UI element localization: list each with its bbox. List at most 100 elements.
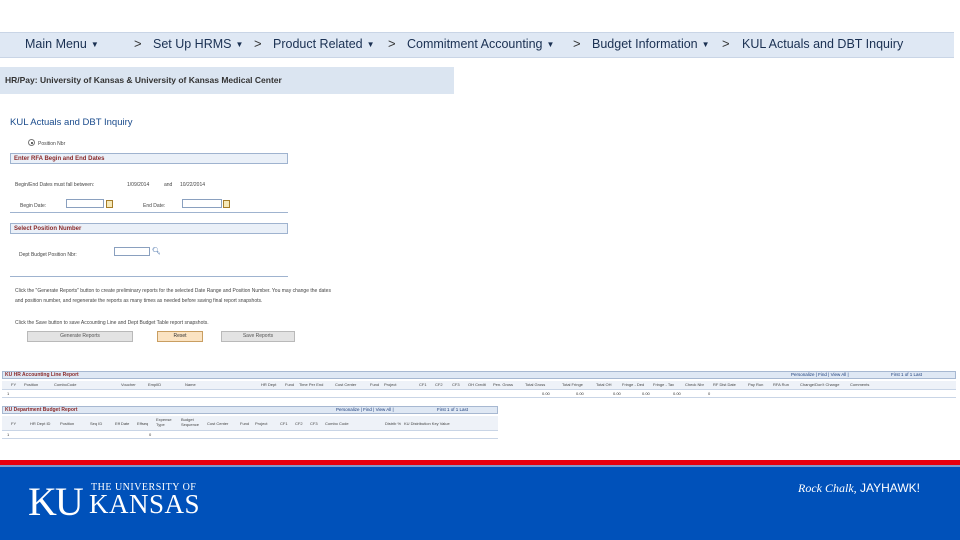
- accounting-grid-paging[interactable]: First 1 of 1 Last: [891, 372, 922, 377]
- column-header[interactable]: Check Nbr: [685, 382, 704, 387]
- radio-position-nbr[interactable]: [28, 139, 35, 146]
- column-header[interactable]: Fund: [240, 421, 249, 426]
- budget-grid-nav[interactable]: Personalize | Find | View All |: [336, 407, 394, 412]
- column-header[interactable]: Voucher: [121, 382, 136, 387]
- column-header[interactable]: Fund: [285, 382, 294, 387]
- column-header[interactable]: Distrib %: [385, 421, 401, 426]
- column-header[interactable]: Eff Date: [115, 421, 129, 426]
- calendar-icon[interactable]: [106, 200, 113, 208]
- chevron-down-icon[interactable]: ▼: [236, 40, 244, 49]
- budget-grid-paging[interactable]: First 1 of 1 Last: [437, 407, 468, 412]
- chevron-down-icon[interactable]: ▼: [702, 40, 710, 49]
- row-index: 1: [7, 391, 10, 396]
- column-header[interactable]: Budget Sequence: [181, 417, 203, 427]
- calendar-icon[interactable]: [223, 200, 230, 208]
- column-header[interactable]: Position: [24, 382, 38, 387]
- budget-grid-title: KU Department Budget Report: [5, 407, 78, 413]
- column-header[interactable]: FY: [11, 382, 16, 387]
- column-header[interactable]: Pen. Gross: [493, 382, 513, 387]
- column-header[interactable]: EmplID: [148, 382, 161, 387]
- breadcrumb-item-kul-actuals[interactable]: KUL Actuals and DBT Inquiry: [742, 37, 903, 51]
- column-header[interactable]: HR Dept ID: [30, 421, 50, 426]
- chevron-down-icon[interactable]: ▼: [367, 40, 375, 49]
- position-nbr-option-label: Position Nbr: [38, 141, 66, 147]
- column-header[interactable]: ComboCode: [54, 382, 76, 387]
- column-header[interactable]: Position: [60, 421, 74, 426]
- ku-logo-kansas: KANSAS: [89, 489, 201, 519]
- column-header[interactable]: Total Fringe: [562, 382, 583, 387]
- breadcrumb-separator: >: [573, 36, 581, 51]
- breadcrumb-item-product-related[interactable]: Product Related ▼: [273, 37, 375, 51]
- tagline-italic: Rock Chalk,: [798, 481, 857, 495]
- column-header[interactable]: CF1: [280, 421, 288, 426]
- column-header[interactable]: CF3: [452, 382, 460, 387]
- column-header[interactable]: Total Gross: [525, 382, 545, 387]
- column-header[interactable]: Name: [185, 382, 196, 387]
- section-divider: [10, 212, 288, 213]
- column-header[interactable]: CF2: [295, 421, 303, 426]
- cell-total-oh: 0.00: [613, 391, 621, 396]
- tagline-caps: JAYHAWK!: [860, 481, 921, 495]
- section-divider: [10, 276, 288, 277]
- column-header[interactable]: CF1: [419, 382, 427, 387]
- column-header[interactable]: Expense Type: [156, 417, 176, 427]
- save-reports-button[interactable]: Save Reports: [221, 331, 295, 342]
- breadcrumb-separator: >: [388, 36, 396, 51]
- date-range-end: 10/22/2014: [180, 182, 206, 188]
- column-header[interactable]: RF Dist Date: [713, 382, 736, 387]
- column-header[interactable]: HR Dept: [261, 382, 276, 387]
- breadcrumb-label: Set Up HRMS: [153, 37, 232, 51]
- instruction-line-3: Click the Save button to save Accounting…: [15, 320, 209, 326]
- column-header[interactable]: Seq ID: [90, 421, 102, 426]
- accounting-grid-columns: FY Position ComboCode Voucher EmplID Nam…: [2, 381, 956, 390]
- table-row[interactable]: 1 0.00 0.00 0.00 0.00 0.00 0: [2, 390, 956, 398]
- cell-fringe-ded: 0.00: [642, 391, 650, 396]
- date-range-and: and: [164, 182, 173, 188]
- column-header[interactable]: Fringe - Tax: [653, 382, 674, 387]
- cell-total-fringe: 0.00: [576, 391, 584, 396]
- column-header[interactable]: Cost Center: [335, 382, 356, 387]
- breadcrumb-label: Budget Information: [592, 37, 698, 51]
- column-header[interactable]: CF3: [310, 421, 318, 426]
- column-header[interactable]: Total OH: [596, 382, 612, 387]
- position-section-heading: Select Position Number: [10, 223, 288, 234]
- breadcrumb-item-budget-information[interactable]: Budget Information ▼: [592, 37, 710, 51]
- begin-date-input[interactable]: [66, 199, 104, 208]
- column-header[interactable]: RFA Run: [773, 382, 789, 387]
- breadcrumb-item-set-up-hrms[interactable]: Set Up HRMS ▼: [153, 37, 243, 51]
- column-header[interactable]: Pay Run: [748, 382, 763, 387]
- chevron-down-icon[interactable]: ▼: [546, 40, 554, 49]
- column-header[interactable]: Project: [255, 421, 267, 426]
- column-header[interactable]: Cost Center: [207, 421, 228, 426]
- column-header[interactable]: CF2: [435, 382, 443, 387]
- breadcrumb-item-main-menu[interactable]: Main Menu ▼: [25, 37, 99, 51]
- search-icon[interactable]: 🔍︎: [152, 247, 161, 255]
- end-date-input[interactable]: [182, 199, 222, 208]
- cell-fringe-tax: 0.00: [673, 391, 681, 396]
- column-header[interactable]: Project: [384, 382, 396, 387]
- column-header[interactable]: Comments: [850, 382, 869, 387]
- column-header[interactable]: OH Credit: [468, 382, 486, 387]
- cell-value: 0: [149, 432, 152, 437]
- chevron-down-icon[interactable]: ▼: [91, 40, 99, 49]
- end-date-label: End Date:: [143, 203, 166, 209]
- dept-budget-position-input[interactable]: [114, 247, 150, 256]
- rfa-section-heading: Enter RFA Begin and End Dates: [10, 153, 288, 164]
- column-header[interactable]: KU Distribution Key Value: [404, 421, 450, 426]
- generate-reports-button[interactable]: Generate Reports: [27, 331, 133, 342]
- breadcrumb-label: Main Menu: [25, 37, 87, 51]
- column-header[interactable]: FY: [11, 421, 16, 426]
- accounting-grid-nav[interactable]: Personalize | Find | View All |: [791, 372, 849, 377]
- footer-accent-stripe: [0, 465, 960, 467]
- column-header[interactable]: Combo Code: [325, 421, 349, 426]
- column-header[interactable]: Change/Don't Change: [800, 382, 839, 387]
- column-header[interactable]: Effseq: [137, 421, 148, 426]
- breadcrumb-item-commitment-accounting[interactable]: Commitment Accounting ▼: [407, 37, 554, 51]
- column-header[interactable]: Fund: [370, 382, 379, 387]
- begin-date-label: Begin Date:: [20, 203, 47, 209]
- reset-button[interactable]: Reset: [157, 331, 203, 342]
- cell-check-nbr: 0: [708, 391, 711, 396]
- column-header[interactable]: Time Per End: [299, 382, 323, 387]
- table-row[interactable]: 1 0: [2, 431, 498, 439]
- column-header[interactable]: Fringe - Ded: [622, 382, 644, 387]
